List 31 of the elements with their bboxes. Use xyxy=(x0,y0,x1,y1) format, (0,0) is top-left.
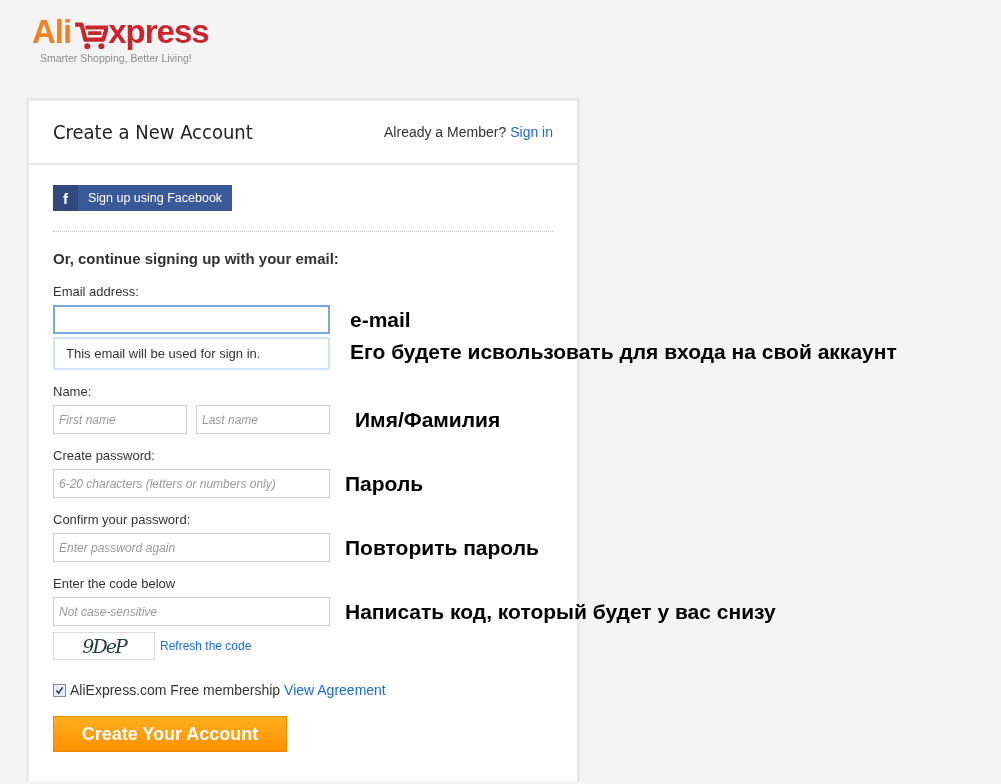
annotation-text: Его будете исвользовать для входа на свой аккаунт xyxy=(350,340,897,364)
input-field[interactable]: 6-20 characters (letters or numbers only) xyxy=(53,469,330,498)
input-field[interactable]: Not case-sensitive xyxy=(53,597,330,626)
page-title: Create a New Account xyxy=(53,120,253,144)
view-agreement-link[interactable]: View Agreement xyxy=(284,682,386,698)
facebook-icon: f xyxy=(53,185,78,211)
annotation-text: Имя/Фамилия xyxy=(355,407,501,432)
field-label: Name: xyxy=(53,384,93,399)
logo: Ali xpress xyxy=(32,14,209,50)
input-field[interactable]: Last name xyxy=(196,405,330,434)
input-field[interactable] xyxy=(53,305,330,334)
refresh-code-link[interactable]: Refresh the code xyxy=(160,639,252,653)
annotation-text: Повторить пароль xyxy=(345,535,539,560)
input-field[interactable]: First name xyxy=(53,405,187,434)
annotation-text: Написать код, который будет у вас снизу xyxy=(345,599,776,624)
field-label: Enter the code below xyxy=(53,576,177,591)
annotation-text: Пароль xyxy=(345,471,424,496)
captcha-image: 9DeP xyxy=(53,632,155,660)
section-heading: Or, continue signing up with your email: xyxy=(53,250,340,267)
agreement-text: AliExpress.com Free membership xyxy=(70,682,281,698)
field-label: Email address: xyxy=(53,284,140,299)
field-label: Confirm your password: xyxy=(53,512,192,527)
input-field[interactable]: Enter password again xyxy=(53,533,330,562)
facebook-signup-button[interactable]: f Sign up using Facebook xyxy=(53,185,233,211)
checkbox[interactable] xyxy=(53,683,66,697)
field-label: Create password: xyxy=(53,448,156,463)
member-prompt: Already a Member? xyxy=(384,124,507,140)
annotation-text: e-mail xyxy=(350,307,411,332)
sign-in-link[interactable]: Sign in xyxy=(510,124,553,140)
hint-text: This email will be used for sign in. xyxy=(53,337,330,370)
tagline: Smarter Shopping, Better Living! xyxy=(40,52,193,64)
